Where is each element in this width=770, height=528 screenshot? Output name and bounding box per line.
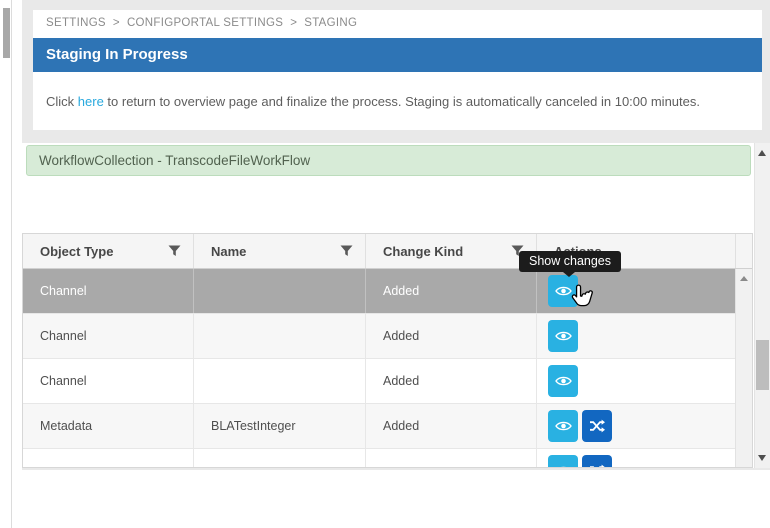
title-bar: Staging In Progress — [33, 38, 762, 72]
breadcrumb-item-configportal-settings[interactable]: CONFIGPORTAL SETTINGS — [127, 17, 283, 29]
staging-page: { "breadcrumb": { "items": ["SETTINGS", … — [0, 0, 770, 528]
cell-actions — [537, 449, 736, 467]
return-overview-link[interactable]: here — [78, 94, 104, 109]
compare-button[interactable] — [582, 455, 612, 467]
grid-body: Channel Added Channel Added — [23, 269, 752, 467]
breadcrumb: SETTINGS > CONFIGPORTAL SETTINGS > STAGI… — [46, 17, 357, 29]
cell-object-type — [23, 449, 194, 467]
breadcrumb-item-settings[interactable]: SETTINGS — [46, 17, 106, 29]
filter-icon[interactable] — [168, 245, 181, 257]
eye-icon — [555, 419, 572, 433]
left-scrollbar-track — [11, 0, 12, 528]
column-header-name[interactable]: Name — [194, 234, 366, 268]
cell-name — [194, 314, 366, 358]
scroll-up-icon[interactable] — [758, 150, 766, 156]
show-changes-button[interactable] — [548, 410, 578, 442]
message-text-pre: Click — [46, 94, 78, 109]
table-row[interactable]: Channel Added — [23, 269, 736, 314]
left-scrollbar-thumb[interactable] — [3, 8, 10, 58]
cell-object-type: Channel — [23, 314, 194, 358]
changes-grid: Object Type Name Change Kind Actions — [22, 233, 753, 468]
eye-icon — [555, 329, 572, 343]
column-header-object-type[interactable]: Object Type — [23, 234, 194, 268]
overlay-scrollbar[interactable] — [754, 143, 770, 468]
cell-name — [194, 449, 366, 467]
filter-icon[interactable] — [340, 245, 353, 257]
cell-name — [194, 269, 366, 313]
eye-icon — [555, 374, 572, 388]
message-text-post: to return to overview page and finalize … — [104, 94, 700, 109]
compare-button[interactable] — [582, 410, 612, 442]
cell-name: BLATestInteger — [194, 404, 366, 448]
cell-object-type: Channel — [23, 359, 194, 403]
cell-name — [194, 359, 366, 403]
show-changes-button[interactable] — [548, 275, 578, 307]
workflow-collection-banner: WorkflowCollection - TranscodeFileWorkFl… — [26, 145, 751, 176]
staging-message: Click here to return to overview page an… — [46, 94, 700, 109]
scroll-up-icon[interactable] — [740, 276, 748, 281]
scroll-down-icon[interactable] — [758, 455, 766, 461]
show-changes-button[interactable] — [548, 365, 578, 397]
show-changes-button[interactable] — [548, 455, 578, 467]
tooltip-caret — [563, 272, 575, 277]
cell-change-kind: Added — [366, 404, 537, 448]
staging-header-panel: SETTINGS > CONFIGPORTAL SETTINGS > STAGI… — [33, 10, 762, 130]
header-spacer — [736, 234, 752, 268]
breadcrumb-separator: > — [113, 17, 120, 29]
column-header-change-kind[interactable]: Change Kind — [366, 234, 537, 268]
cell-change-kind: Added — [366, 269, 537, 313]
shuffle-icon — [589, 419, 605, 433]
page-title: Staging In Progress — [46, 38, 188, 72]
table-row[interactable] — [23, 449, 736, 467]
cell-actions — [537, 314, 736, 358]
breadcrumb-item-staging[interactable]: STAGING — [304, 17, 357, 29]
scrollbar-thumb[interactable] — [756, 340, 769, 390]
show-changes-button[interactable] — [548, 320, 578, 352]
cell-actions — [537, 359, 736, 403]
eye-icon — [555, 284, 572, 298]
cell-object-type: Metadata — [23, 404, 194, 448]
show-changes-tooltip: Show changes — [519, 251, 621, 272]
grid-scrollbar[interactable] — [735, 269, 752, 467]
eye-icon — [555, 464, 572, 467]
cell-change-kind: Added — [366, 314, 537, 358]
table-row[interactable]: Metadata BLATestInteger Added — [23, 404, 736, 449]
cell-change-kind: Added — [366, 359, 537, 403]
cell-object-type: Channel — [23, 269, 194, 313]
table-row[interactable]: Channel Added — [23, 359, 736, 404]
breadcrumb-separator: > — [290, 17, 297, 29]
table-row[interactable]: Channel Added — [23, 314, 736, 359]
staging-content-box: WorkflowCollection - TranscodeFileWorkFl… — [22, 143, 755, 468]
cell-change-kind — [366, 449, 537, 467]
cell-actions — [537, 404, 736, 448]
shuffle-icon — [589, 464, 605, 467]
grid-header: Object Type Name Change Kind Actions — [23, 234, 752, 269]
